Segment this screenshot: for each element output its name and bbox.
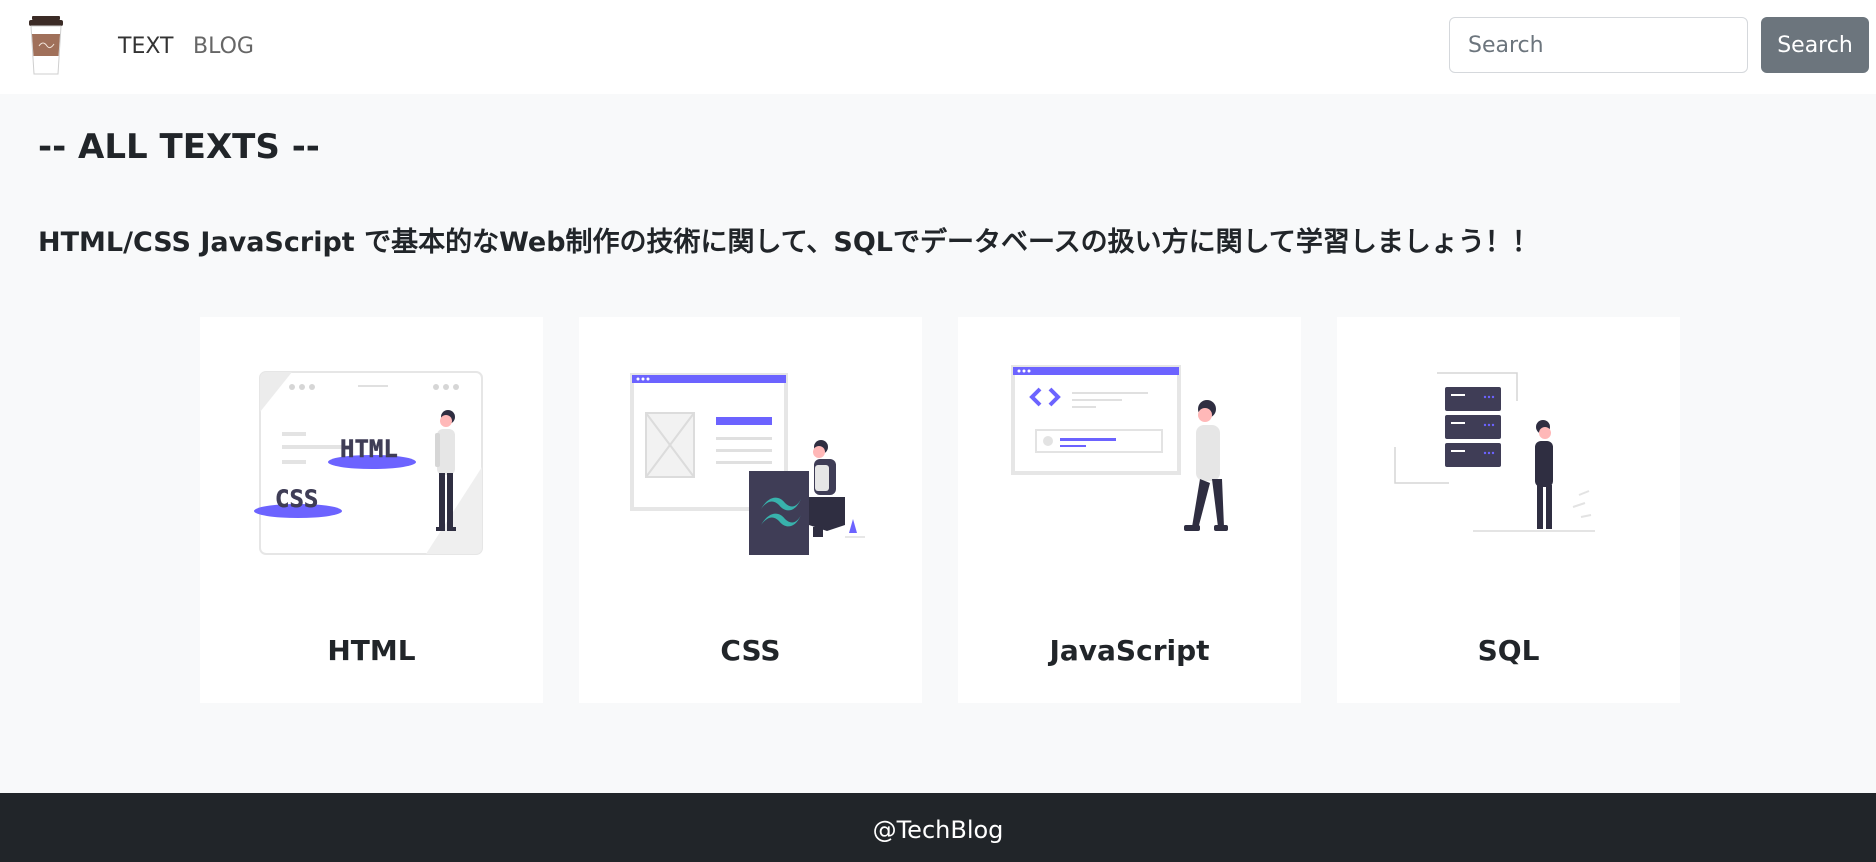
sql-illustration — [1394, 372, 1595, 532]
footer: @TechBlog — [0, 793, 1876, 862]
html-badge-text: HTML — [340, 435, 398, 463]
search-button[interactable]: Search — [1761, 17, 1869, 73]
javascript-illustration — [1011, 365, 1228, 531]
nav-link-text[interactable]: TEXT — [118, 33, 173, 61]
card-title-javascript: JavaScript — [1049, 634, 1210, 667]
css-badge-text: CSS — [275, 485, 318, 513]
css-illustration — [630, 373, 865, 555]
card-title-html: HTML — [327, 634, 416, 667]
card-grid: HTML CSS HTML CSS JavaScript SQL — [200, 317, 1680, 703]
navbar: TEXT BLOG Search — [0, 0, 1876, 94]
card-title-css: CSS — [720, 634, 781, 667]
intro-text: HTML/CSS JavaScript で基本的なWeb制作の技術に関して、SQ… — [38, 227, 1539, 258]
card-javascript[interactable]: JavaScript — [958, 317, 1301, 703]
html-css-illustration: HTML CSS — [254, 371, 483, 555]
search-input[interactable] — [1449, 17, 1748, 73]
card-css[interactable]: CSS — [579, 317, 922, 703]
card-sql[interactable]: SQL — [1337, 317, 1680, 703]
footer-text: @TechBlog — [872, 816, 1004, 844]
card-title-sql: SQL — [1477, 634, 1540, 667]
card-html[interactable]: HTML CSS HTML — [200, 317, 543, 703]
nav-link-blog[interactable]: BLOG — [193, 33, 254, 61]
coffee-cup-logo[interactable] — [24, 14, 68, 76]
page-title: -- ALL TEXTS -- — [38, 127, 320, 167]
